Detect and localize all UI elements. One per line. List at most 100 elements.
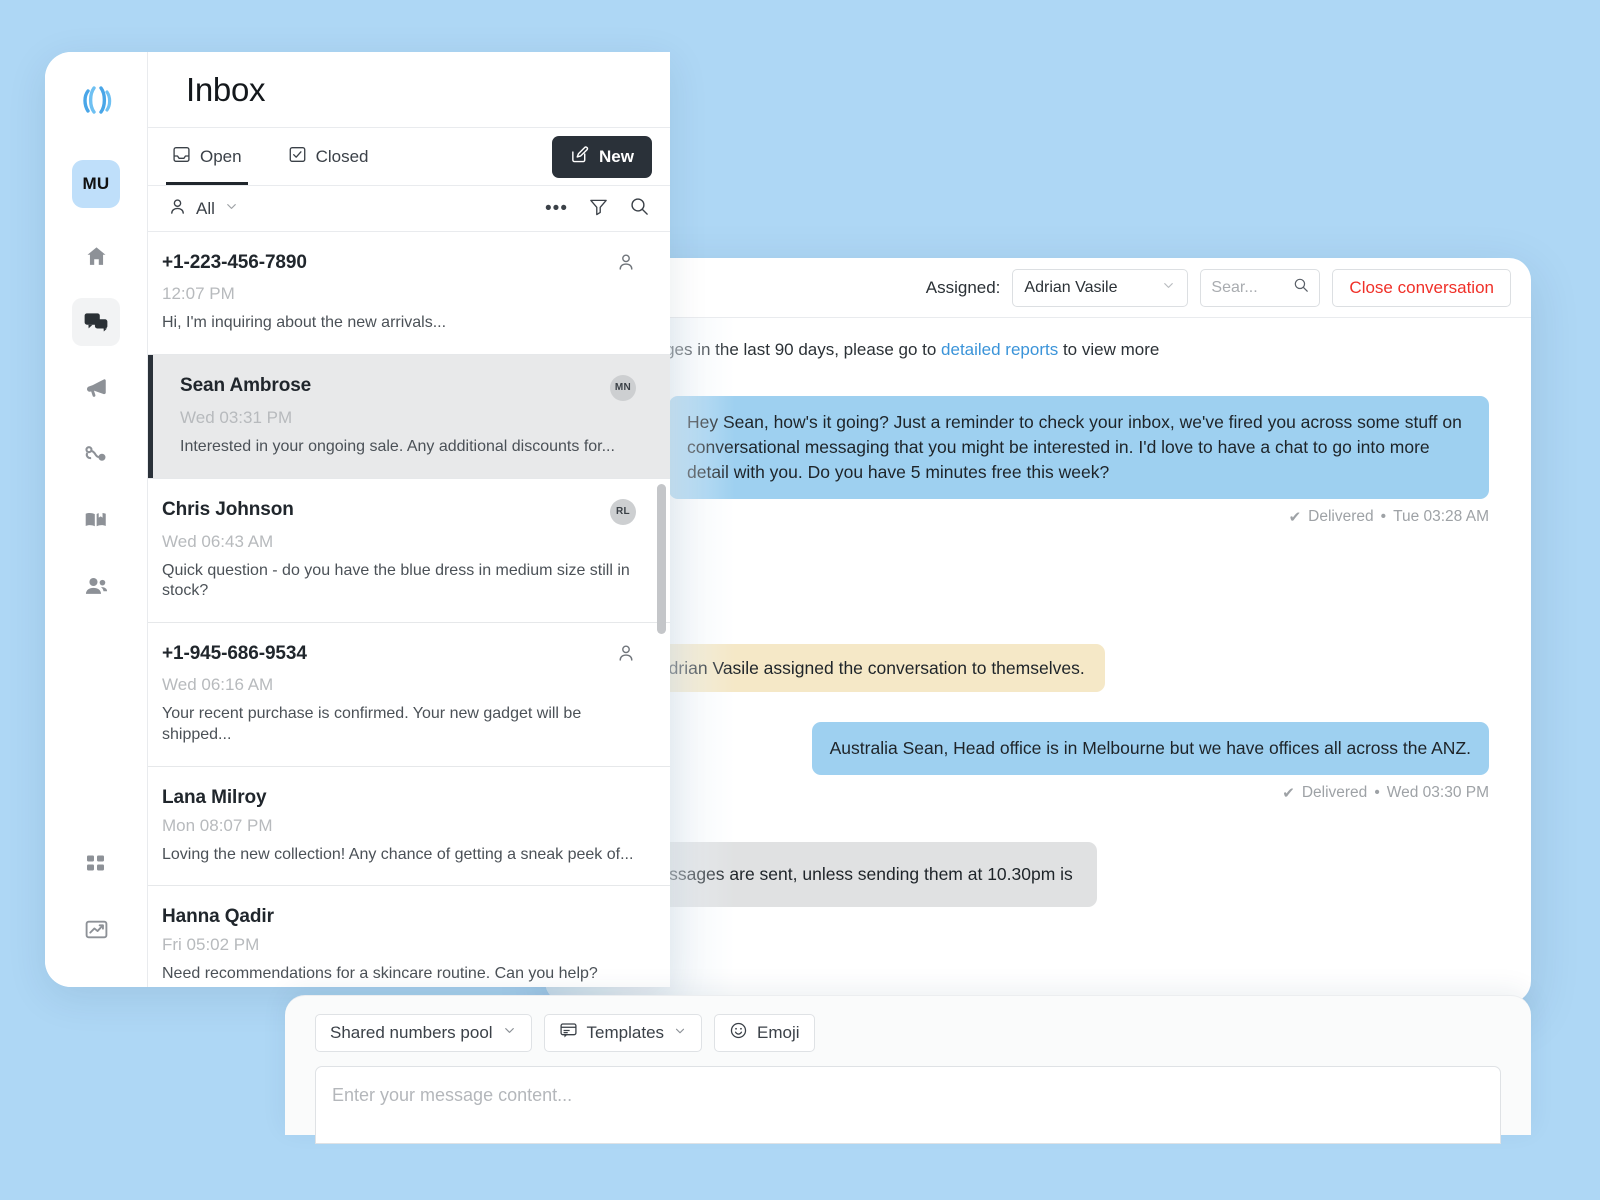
message-composer: Shared numbers pool Templates Emoji: [285, 995, 1531, 1144]
sidebar-item-campaigns[interactable]: [72, 364, 120, 412]
message-status-text: Delivered: [1308, 507, 1374, 525]
chat-bubbles-icon: [83, 309, 109, 335]
new-conversation-button[interactable]: New: [552, 135, 652, 178]
message-input-wrapper[interactable]: [315, 1066, 1501, 1144]
thread-spacer: [587, 696, 1489, 722]
conversation-search[interactable]: [1200, 268, 1321, 307]
left-nav-rail: MU: [45, 52, 148, 987]
conversation-preview: Need recommendations for a skincare rout…: [162, 965, 598, 983]
avatar: RL: [610, 498, 636, 525]
templates-dropdown[interactable]: Templates: [543, 1014, 703, 1052]
message-timestamp: Wed 03:30 PM: [1386, 784, 1489, 802]
conversation-list[interactable]: +1-223-456-7890 12:07 PM Hi, I'm inquiri…: [148, 231, 670, 987]
delivered-check-icon: ✔: [1282, 785, 1295, 803]
template-icon: [559, 1021, 578, 1045]
chevron-down-icon: [224, 199, 239, 219]
inbox-column: Inbox Open Closed New All ••• +1-223-456…: [148, 52, 670, 987]
search-icon[interactable]: [629, 196, 650, 222]
filter-funnel-icon[interactable]: [588, 196, 609, 222]
list-item[interactable]: Chris Johnson RL Wed 06:43 AM Quick ques…: [148, 478, 670, 624]
assignee-filter-label: All: [196, 198, 215, 218]
avatar-initials: RL: [610, 498, 636, 525]
workspace-avatar[interactable]: MU: [72, 160, 120, 208]
conversation-list-scrollbar[interactable]: [657, 483, 666, 634]
conversation-time: Wed 06:43 AM: [162, 531, 274, 551]
message-status-text: Delivered: [1301, 784, 1368, 802]
chevron-down-icon: [673, 1023, 687, 1043]
tab-closed[interactable]: Closed: [282, 128, 375, 185]
sidebar-item-knowledge[interactable]: [72, 496, 120, 544]
flow-nodes-icon: [83, 441, 109, 467]
list-item[interactable]: Sean Ambrose MN Wed 03:31 PM Interested …: [148, 354, 670, 479]
conversation-name: Lana Milroy: [162, 786, 267, 808]
sidebar-item-apps[interactable]: [72, 839, 120, 887]
emoji-label: Emoji: [757, 1023, 800, 1042]
people-icon: [83, 573, 110, 600]
conversation-time: Mon 08:07 PM: [162, 815, 273, 835]
emoji-button[interactable]: Emoji: [714, 1014, 815, 1052]
close-conversation-button[interactable]: Close conversation: [1332, 268, 1511, 307]
assignee-dropdown[interactable]: Adrian Vasile: [1012, 268, 1189, 307]
conversation-preview: Hi, I'm inquiring about the new arrivals…: [162, 313, 447, 331]
thread-spacer: [587, 566, 1489, 644]
tab-active-indicator: [166, 182, 248, 186]
app-stage: Assigned: Adrian Vasile Close conversati…: [0, 0, 1600, 1200]
conversation-name: Sean Ambrose: [180, 374, 312, 396]
conversation-name: +1-223-456-7890: [162, 251, 307, 273]
templates-label: Templates: [586, 1023, 665, 1042]
sidebar-item-analytics[interactable]: [72, 905, 120, 953]
compose-pencil-icon: [570, 145, 589, 169]
conversation-name: Hanna Qadir: [162, 906, 274, 928]
grid-apps-icon: [84, 851, 108, 875]
tab-closed-label: Closed: [315, 146, 369, 166]
shared-numbers-pool-label: Shared numbers pool: [330, 1023, 493, 1042]
list-item[interactable]: Hanna Qadir Fri 05:02 PM Need recommenda…: [148, 886, 670, 987]
list-item[interactable]: +1-945-686-9534 Wed 06:16 AM Your recent…: [148, 623, 670, 767]
sidebar-item-contacts[interactable]: [72, 562, 120, 610]
message-status: ✔ Delivered • Tue 03:28 AM: [587, 508, 1489, 526]
delivered-check-icon: ✔: [1288, 508, 1302, 526]
system-event-bubble: Adrian Vasile assigned the conversation …: [637, 643, 1105, 693]
avatar-initials: MN: [610, 374, 636, 401]
page-title: Inbox: [186, 70, 266, 108]
conversation-header: Assigned: Adrian Vasile Close conversati…: [545, 258, 1531, 318]
conversation-name: Chris Johnson: [162, 498, 294, 520]
message-timestamp: Tue 03:28 AM: [1393, 507, 1489, 525]
shared-numbers-pool-dropdown[interactable]: Shared numbers pool: [315, 1014, 532, 1052]
smiley-icon: [729, 1021, 748, 1045]
conversation-name: +1-945-686-9534: [162, 643, 307, 665]
more-options-icon[interactable]: •••: [545, 199, 568, 218]
conversation-time: 12:07 PM: [162, 283, 235, 303]
message-input[interactable]: [332, 1085, 1484, 1106]
list-item[interactable]: +1-223-456-7890 12:07 PM Hi, I'm inquiri…: [148, 231, 670, 355]
inbox-tabs: Open Closed New: [148, 128, 670, 187]
status-separator: •: [1380, 507, 1387, 525]
message-status: ✔ Delivered • Wed 03:30 PM: [587, 784, 1489, 802]
conversation-preview: Quick question - do you have the blue dr…: [162, 561, 630, 600]
sidebar-item-home[interactable]: [72, 232, 120, 280]
inbox-window: MU Inbox Open Closed New All ••• +1-223-…: [45, 52, 670, 987]
sidebar-item-conversations[interactable]: [72, 298, 120, 346]
status-separator: •: [1374, 784, 1380, 802]
inbox-toolbar-actions: •••: [545, 196, 650, 222]
conversation-preview: Loving the new collection! Any chance of…: [162, 845, 634, 863]
sidebar-item-journeys[interactable]: [72, 430, 120, 478]
conversation-search-input[interactable]: [1211, 278, 1288, 297]
search-icon: [1293, 277, 1309, 298]
person-icon: [616, 643, 636, 668]
message-thread: messages in the last 90 days, please go …: [545, 318, 1531, 1003]
assignee-filter[interactable]: All: [168, 197, 239, 221]
tab-open[interactable]: Open: [166, 128, 248, 186]
new-button-label: New: [599, 146, 634, 166]
assignee-value: Adrian Vasile: [1024, 278, 1118, 296]
trend-chart-icon: [84, 917, 109, 942]
message-row-incoming: n the messages are sent, unless sending …: [545, 842, 1489, 908]
conversation-window: Assigned: Adrian Vasile Close conversati…: [545, 258, 1531, 1003]
detailed-reports-link[interactable]: detailed reports: [941, 340, 1058, 359]
chevron-down-icon: [1161, 278, 1176, 298]
conversation-time: Wed 03:31 PM: [180, 407, 293, 427]
conversation-preview: Your recent purchase is confirmed. Your …: [162, 705, 582, 743]
composer-toolbar: Shared numbers pool Templates Emoji: [315, 1014, 1501, 1052]
message-row-outgoing: Hey Sean, how's it going? Just a reminde…: [587, 396, 1489, 499]
list-item[interactable]: Lana Milroy Mon 08:07 PM Loving the new …: [148, 766, 670, 887]
